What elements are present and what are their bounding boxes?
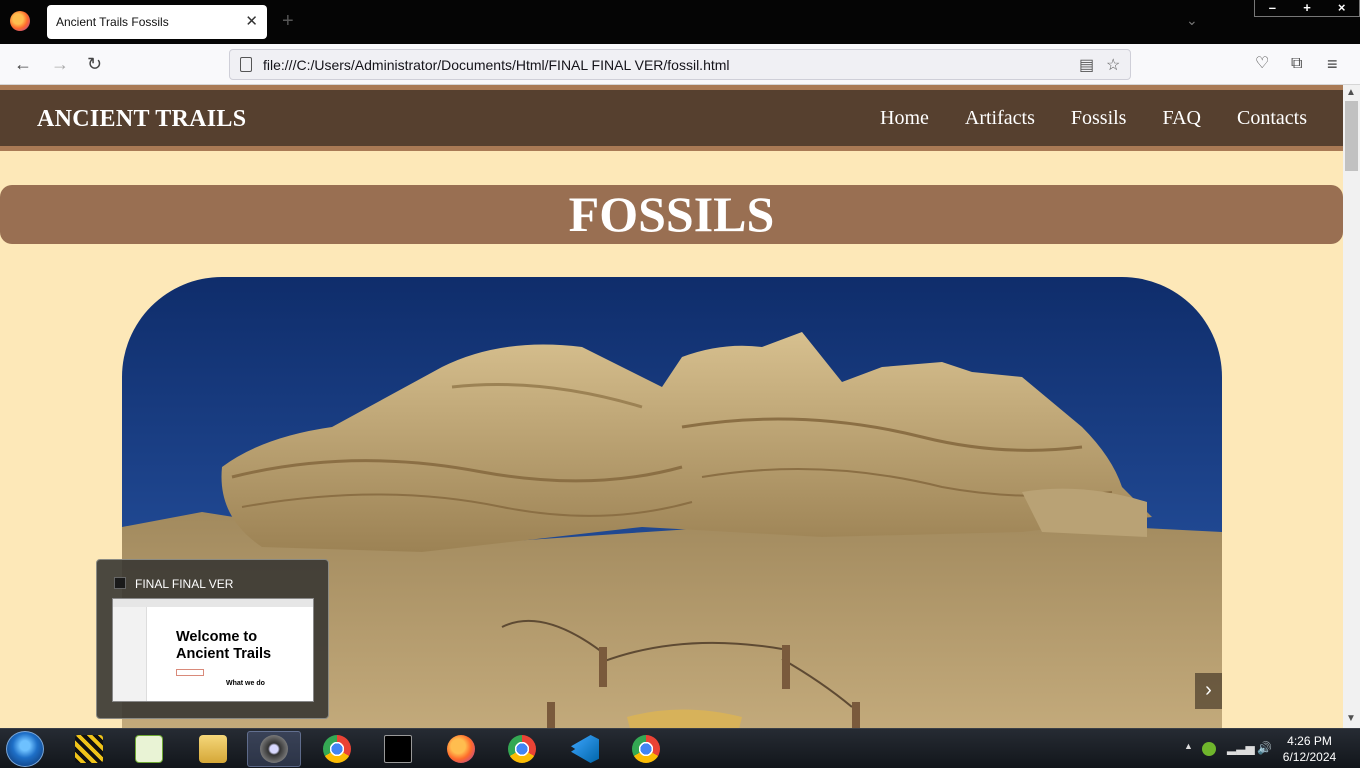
taskbar-app-chrome-2[interactable] — [619, 731, 673, 767]
new-tab-button[interactable]: + — [282, 10, 294, 32]
taskbar-app-notepad-plus-plus[interactable] — [122, 731, 176, 767]
tab-title: Ancient Trails Fossils — [56, 15, 169, 29]
taskbar-app-chrome[interactable] — [310, 731, 364, 767]
menu-item-fossils[interactable]: Fossils — [1071, 107, 1127, 130]
thumb-sidebar — [113, 607, 147, 701]
taskbar-app-ccleaner[interactable] — [62, 731, 116, 767]
folder-window-icon — [114, 577, 126, 589]
taskbar-app-firefox[interactable] — [434, 731, 488, 767]
tab-ancient-trails-fossils[interactable]: Ancient Trails Fossils ✕ — [47, 5, 267, 39]
thumb-toolbar — [113, 599, 313, 607]
menu-item-home[interactable]: Home — [880, 107, 929, 130]
reader-view-icon[interactable]: ▤ — [1079, 55, 1094, 75]
preview-thumbnail[interactable]: Welcome to Ancient Trails What we do — [112, 598, 314, 702]
update-icon[interactable] — [1202, 742, 1216, 756]
extensions-icon[interactable]: ⧉ — [1291, 53, 1302, 75]
page-scrollbar[interactable]: ▲ ▼ — [1343, 85, 1360, 728]
back-arrow-icon[interactable]: ← — [14, 53, 32, 75]
windows-taskbar: ▲ ▂▃▅ 🔊 4:26 PM 6/12/2024 — [0, 728, 1360, 768]
chrome-profile-icon — [508, 735, 536, 763]
slider-next-button[interactable]: › — [1195, 673, 1222, 709]
scroll-down-icon[interactable]: ▼ — [1346, 713, 1356, 724]
thumb-button — [176, 669, 204, 676]
camera-icon — [260, 735, 288, 763]
volume-icon[interactable]: 🔊 — [1257, 741, 1272, 755]
taskbar-app-vscode[interactable] — [558, 731, 612, 767]
thumb-heading: Welcome to Ancient Trails — [176, 629, 271, 663]
reload-icon[interactable]: ↻ — [87, 53, 102, 75]
address-bar[interactable]: file:///C:/Users/Administrator/Documents… — [229, 49, 1131, 80]
star-icon[interactable]: ☆ — [1106, 55, 1120, 75]
page-title: FOSSILS — [568, 186, 775, 242]
menu-item-artifacts[interactable]: Artifacts — [965, 107, 1035, 130]
scroll-up-icon[interactable]: ▲ — [1346, 87, 1356, 98]
title-banner: FOSSILS — [0, 185, 1343, 244]
thumb-subheading: What we do — [226, 680, 265, 687]
menu-item-contacts[interactable]: Contacts — [1237, 107, 1307, 130]
minimize-button[interactable]: – — [1255, 0, 1290, 16]
taskbar-preview[interactable]: FINAL FINAL VER Welcome to Ancient Trail… — [96, 559, 329, 719]
url-text: file:///C:/Users/Administrator/Documents… — [263, 57, 730, 73]
ccleaner-icon — [75, 735, 103, 763]
close-icon[interactable]: ✕ — [245, 5, 258, 39]
site-brand[interactable]: ANCIENT TRAILS — [37, 106, 246, 133]
window-controls: – + × — [1254, 0, 1360, 17]
scroll-thumb[interactable] — [1345, 101, 1358, 171]
menu-item-faq[interactable]: FAQ — [1162, 107, 1201, 130]
browser-tabbar: Ancient Trails Fossils ✕ + ⌄ – + × — [0, 0, 1360, 44]
vscode-icon — [571, 735, 599, 763]
preview-title: FINAL FINAL VER — [135, 577, 234, 591]
maximize-button[interactable]: + — [1290, 0, 1325, 16]
show-hidden-icons-icon[interactable]: ▲ — [1184, 741, 1193, 751]
taskbar-app-file-explorer[interactable] — [186, 731, 240, 767]
firefox-icon — [447, 735, 475, 763]
network-signal-icon[interactable]: ▂▃▅ — [1227, 741, 1255, 755]
site-header: ANCIENT TRAILS Home Artifacts Fossils FA… — [0, 85, 1343, 151]
site-menu: Home Artifacts Fossils FAQ Contacts — [880, 107, 1307, 130]
thumb-heading-line2: Ancient Trails — [176, 646, 272, 662]
file-explorer-icon — [199, 735, 227, 763]
page-icon — [240, 57, 252, 72]
chrome-icon — [323, 735, 351, 763]
clock-time: 4:26 PM — [1287, 734, 1332, 748]
taskbar-app-chrome-profile[interactable] — [495, 731, 549, 767]
command-prompt-icon — [384, 735, 412, 763]
clock-date: 6/12/2024 — [1282, 750, 1337, 764]
menu-icon[interactable]: ≡ — [1327, 53, 1338, 75]
firefox-icon[interactable] — [10, 11, 30, 31]
close-window-button[interactable]: × — [1324, 0, 1359, 16]
forward-arrow-icon[interactable]: → — [51, 53, 69, 75]
thumb-heading-line1: Welcome to — [176, 629, 258, 645]
taskbar-clock[interactable]: 4:26 PM 6/12/2024 — [1272, 733, 1347, 765]
chevron-down-icon[interactable]: ⌄ — [1186, 12, 1198, 29]
taskbar-app-camera[interactable] — [247, 731, 301, 767]
start-button[interactable] — [6, 731, 44, 767]
browser-navbar: ← → ↻ file:///C:/Users/Administrator/Doc… — [0, 44, 1360, 85]
pocket-icon[interactable]: ♡ — [1255, 53, 1269, 75]
chrome-icon — [632, 735, 660, 763]
notepad-plus-plus-icon — [135, 735, 163, 763]
taskbar-app-command-prompt[interactable] — [371, 731, 425, 767]
